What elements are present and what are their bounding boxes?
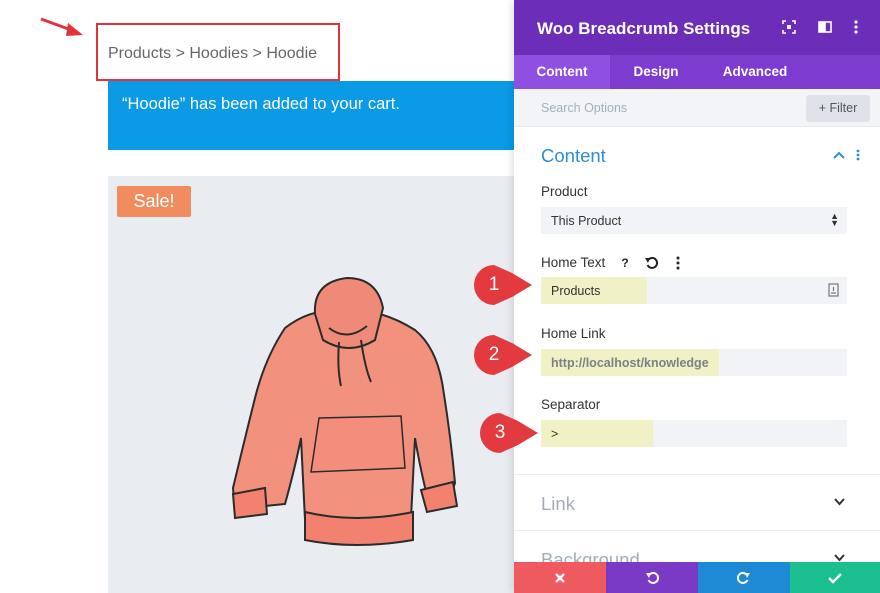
home-text-value: Products: [541, 277, 647, 304]
panel-title: Woo Breadcrumb Settings: [537, 19, 751, 38]
panel-header: Woo Breadcrumb Settings: [514, 0, 880, 55]
home-link-value: http://localhost/knowledge: [541, 349, 719, 376]
tab-advanced[interactable]: Advanced: [702, 55, 808, 89]
product-label: Product: [541, 184, 588, 199]
more-vertical-icon[interactable]: [847, 18, 865, 36]
section-more-icon[interactable]: [854, 148, 862, 162]
screen: Products > Hoodies > Hoodie “Hoodie” has…: [0, 0, 880, 593]
help-icon[interactable]: ?: [616, 254, 634, 272]
filter-button[interactable]: + Filter: [806, 95, 870, 122]
undo-icon: [646, 571, 660, 584]
breadcrumb[interactable]: Products > Hoodies > Hoodie: [108, 45, 317, 63]
tab-content[interactable]: Content: [514, 55, 610, 89]
cart-notice-text: “Hoodie” has been added to your cart.: [122, 95, 400, 113]
tab-design[interactable]: Design: [610, 55, 702, 89]
product-select[interactable]: This Product ▲ ▼: [541, 207, 847, 234]
search-row: Search Options + Filter: [514, 89, 880, 127]
redo-button[interactable]: [698, 562, 790, 593]
sale-badge: Sale!: [117, 186, 191, 217]
focus-icon[interactable]: [780, 18, 798, 36]
callout-2: 2: [472, 333, 536, 382]
product-select-value: This Product: [551, 214, 622, 228]
home-link-label: Home Link: [541, 326, 606, 341]
separator-value: >: [541, 420, 653, 447]
save-button[interactable]: [790, 562, 880, 593]
link-section-title: Link: [541, 493, 575, 514]
chevron-down-icon: [834, 498, 845, 506]
content-section-title[interactable]: Content: [541, 145, 606, 167]
action-bar: [514, 562, 880, 593]
hoodie-image: [231, 276, 459, 546]
cancel-button[interactable]: [514, 562, 606, 593]
undo-button[interactable]: [606, 562, 698, 593]
field-more-icon[interactable]: [669, 254, 687, 272]
callout-3: 3: [478, 411, 542, 460]
chevron-up-icon[interactable]: [832, 148, 846, 162]
search-options-input[interactable]: Search Options: [541, 101, 627, 115]
callout-2-number: 2: [488, 344, 500, 365]
separator-input[interactable]: >: [541, 420, 847, 447]
redo-icon: [736, 571, 750, 584]
dynamic-content-icon[interactable]: [828, 283, 839, 297]
home-link-input[interactable]: http://localhost/knowledge: [541, 349, 847, 376]
home-text-label: Home Text: [541, 255, 606, 270]
callout-1-number: 1: [488, 274, 500, 295]
link-section[interactable]: Link: [514, 474, 880, 530]
separator-label: Separator: [541, 397, 601, 412]
cart-notice: “Hoodie” has been added to your cart.: [108, 81, 514, 150]
callout-1: 1: [472, 263, 536, 312]
close-icon: [555, 573, 565, 583]
settings-panel: Woo Breadcrumb Settings Content Design A…: [514, 0, 880, 593]
red-arrow-annotation: [40, 17, 83, 36]
tab-bar: Content Design Advanced: [514, 55, 880, 89]
select-arrows-icon: ▲ ▼: [830, 211, 839, 228]
home-text-input[interactable]: Products: [541, 277, 847, 304]
reset-icon[interactable]: [643, 254, 661, 272]
columns-icon[interactable]: [816, 18, 834, 36]
callout-3-number: 3: [494, 422, 506, 443]
checkmark-icon: [828, 573, 842, 584]
